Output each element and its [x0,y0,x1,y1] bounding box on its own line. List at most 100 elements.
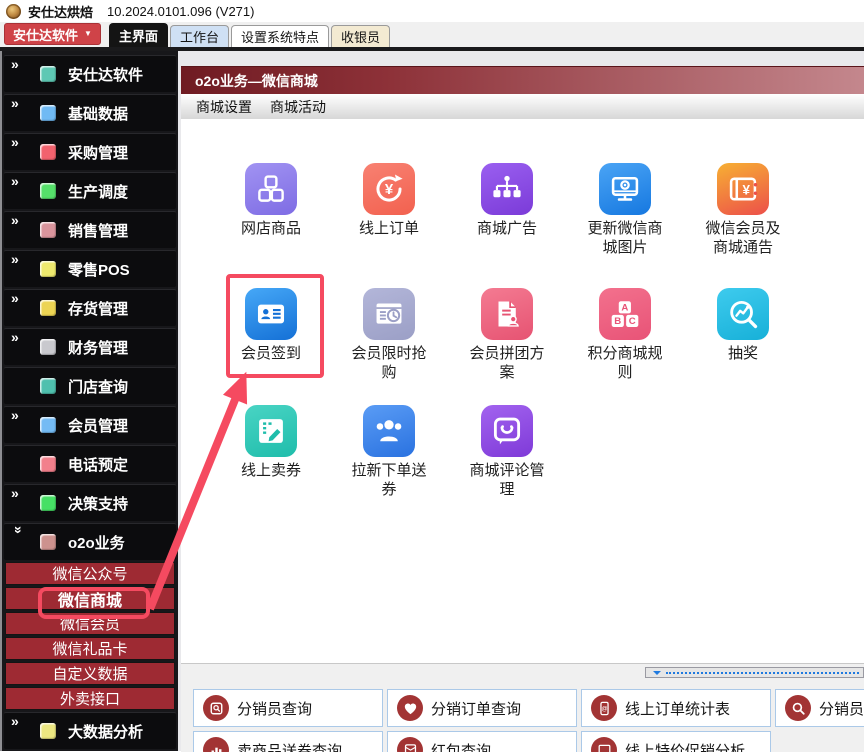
sidebar-item-label: 门店查询 [68,376,128,397]
chevron-right-icon: » [11,291,17,305]
sidebar-item-production-scheduling[interactable]: »生产调度 [4,172,176,209]
sidebar-subitem-wechat-member[interactable]: 微信会员 [5,612,175,635]
menu-mall-activities[interactable]: 商城活动 [261,97,335,117]
tile-member-checkin[interactable]: 会员签到 [212,288,330,382]
sidebar-item-label: 采购管理 [68,142,128,163]
tile-label: 会员签到 [231,344,311,363]
bottom-row-1: 分销员查询分销订单查询 @ 线上订单统计表 分销员提现 [193,689,864,727]
sidebar-item-label: 会员管理 [68,415,128,436]
sidebar-item-big-data-analysis[interactable]: »大数据分析 [4,712,176,749]
sidebar-item-member-mgmt[interactable]: »会员管理 [4,406,176,443]
tile-online-coupon-sale[interactable]: 线上卖券 [212,405,330,499]
chevron-right-icon: » [11,213,17,227]
tile-member-group-buy-badge [481,288,533,340]
bottom-row-2: 卖商品送券查询 红包查询 线上特价促销分析 [193,731,771,752]
button-distributor-query[interactable]: 分销员查询 [193,689,383,727]
sidebar-subitem-wechat-gift-card[interactable]: 微信礼品卡 [5,637,175,660]
sidebar-item-finance-mgmt[interactable]: »财务管理 [4,328,176,365]
menu-mall-settings[interactable]: 商城设置 [187,97,261,117]
svg-text:A: A [621,303,628,314]
red-envelope-icon [402,742,419,752]
tile-online-orders-badge: ¥ [363,163,415,215]
splitter-bar[interactable] [645,667,864,678]
tile-member-flash-sale-badge [363,288,415,340]
tab-list: 主界面工作台设置系统特点收银员 [109,23,390,47]
module-icon [40,300,56,316]
bar-chart-icon [208,742,225,752]
dropdown-arrow-icon: ▼ [84,30,92,38]
tile-lottery[interactable]: 抽奖 [684,288,802,382]
tile-referral-order-coupon[interactable]: 拉新下单送券 [330,405,448,499]
chevron-right-icon: » [11,486,17,500]
button-online-order-stats[interactable]: @ 线上订单统计表 [581,689,771,727]
button-label: 线上订单统计表 [625,698,730,719]
tile-label: 网店商品 [231,219,311,238]
module-icon [40,495,56,511]
module-icon [40,222,56,238]
sidebar-item-sales-mgmt[interactable]: »销售管理 [4,211,176,248]
button-distribution-order-query[interactable]: 分销订单查询 [387,689,577,727]
sidebar-item-inventory-mgmt[interactable]: »存货管理 [4,289,176,326]
button-red-packet-query[interactable]: 红包查询 [387,731,577,752]
sidebar-item-phone-booking[interactable]: 电话预定 [4,445,176,482]
sidebar-item-o2o-business[interactable]: » o2o业务 [4,523,176,560]
tile-online-products-badge [245,163,297,215]
sidebar-item-purchase-mgmt[interactable]: » 采购管理 [4,133,176,170]
sidebar-item-store-query[interactable]: 门店查询 [4,367,176,404]
chevron-right-icon: » [11,252,17,266]
svg-text:¥: ¥ [743,182,751,197]
tile-mall-ads[interactable]: 商城广告 [448,163,566,257]
sidebar-item-label: 零售POS [68,259,130,280]
tabstrip: 安仕达软件 ▼ 主界面工作台设置系统特点收银员 [0,22,864,47]
tab-main[interactable]: 主界面 [109,23,168,47]
grid-pencil-icon [254,414,288,448]
button-distributor-withdraw[interactable]: 分销员提现 [775,689,864,727]
tab-cashier[interactable]: 收银员 [331,25,390,47]
monitor-gear-icon [608,172,642,206]
phone-at-icon: @ [596,700,613,717]
button-label: 线上特价促销分析 [625,740,745,752]
sidebar-item-label: o2o业务 [68,532,125,553]
tile-lottery-badge [717,288,769,340]
sidebar-subitem-wechat-official-account[interactable]: 微信公众号 [5,562,175,585]
bottom-panel: 分销员查询分销订单查询 @ 线上订单统计表 分销员提现 卖商品送券查询 红包查询 线上特价… [181,663,864,752]
app-logo-icon [6,4,21,19]
tile-update-mall-images[interactable]: 更新微信商城图片 [566,163,684,257]
module-icon [40,183,56,199]
tile-points-mall-rules[interactable]: ABC积分商城规则 [566,288,684,382]
tile-member-group-buy[interactable]: 会员拼团方案 [448,288,566,382]
sidebar-subitem-custom-data[interactable]: 自定义数据 [5,662,175,685]
chevron-right-icon: » [11,135,17,149]
chevron-down-icon: » [12,526,26,532]
content-area: 网店商品 ¥线上订单商城广告更新微信商城图片¥微信会员及商城通告会员签到 会员限时抢… [181,119,864,663]
sidebar-subitem-wechat-mall[interactable]: 微信商城 [5,587,175,610]
app-menu-label: 安仕达软件 [13,25,78,44]
sidebar-item-base-data[interactable]: »基础数据 [4,94,176,131]
tile-member-flash-sale[interactable]: 会员限时抢购 [330,288,448,382]
tile-mall-review-mgmt-badge [481,405,533,457]
menubar: 商城设置商城活动 [181,94,864,120]
tile-row-3: 线上卖券拉新下单送券商城评论管理 [212,405,566,499]
search-doc-icon [208,700,225,717]
tab-workbench[interactable]: 工作台 [170,25,229,47]
sidebar-item-label: 电话预定 [68,454,128,475]
sidebar-subitem-delivery-api[interactable]: 外卖接口 [5,687,175,710]
button-sell-goods-coupon-query[interactable]: 卖商品送券查询 [193,731,383,752]
tile-online-orders[interactable]: ¥线上订单 [330,163,448,257]
sidebar-item-ansida-software[interactable]: »安仕达软件 [4,55,176,92]
tile-member-mall-notice[interactable]: ¥微信会员及商城通告 [684,163,802,257]
app-menu-button[interactable]: 安仕达软件 ▼ [4,23,101,45]
tile-label: 会员限时抢购 [349,344,429,382]
button-label: 卖商品送券查询 [237,740,342,752]
sidebar-item-retail-pos[interactable]: » 零售POS [4,250,176,287]
button-online-special-promo-analysis[interactable]: 线上特价促销分析 [581,731,771,752]
chevron-right-icon: » [11,57,17,71]
sidebar-item-decision-support[interactable]: »决策支持 [4,484,176,521]
module-icon [40,66,56,82]
sitemap-icon [490,172,524,206]
tile-mall-review-mgmt[interactable]: 商城评论管理 [448,405,566,499]
chevron-right-icon: » [11,96,17,110]
search-badge [785,695,811,721]
tile-online-products[interactable]: 网店商品 [212,163,330,257]
tab-system-settings[interactable]: 设置系统特点 [231,25,329,47]
